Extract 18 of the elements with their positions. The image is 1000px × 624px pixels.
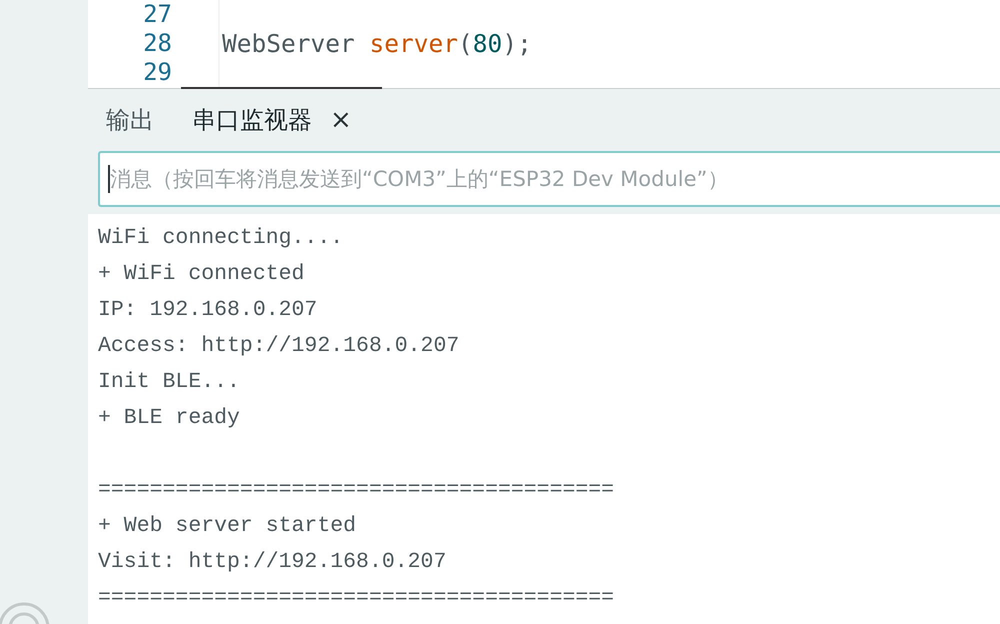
panel-tab[interactable]: 串口监视器	[188, 104, 316, 136]
output-line: ========================================	[98, 585, 614, 612]
line-number: 27	[142, 0, 172, 29]
output-line: WiFi connecting....	[98, 225, 344, 252]
output-line: IP: 192.168.0.207	[98, 297, 318, 324]
message-field[interactable]: 消息（按回车将消息发送到“COM3”上的“ESP32 Dev Module”）	[98, 151, 1000, 207]
line-number: 28	[142, 29, 172, 58]
output-line: Visit: http://192.168.0.207	[98, 549, 446, 576]
code-line-text: WebServer server(80);	[222, 29, 532, 58]
close-button[interactable]: ×	[326, 105, 356, 135]
output-line: ========================================	[98, 477, 614, 504]
output-line: + Web server started	[98, 513, 356, 540]
output-line: Access: http://192.168.0.207	[98, 333, 460, 360]
panel-tab[interactable]: 输出	[102, 104, 158, 136]
output-line: + WiFi connected	[98, 261, 304, 288]
output-line: + BLE ready	[98, 405, 240, 432]
output-line: Init BLE...	[98, 369, 240, 396]
line-number: 29	[142, 58, 172, 87]
